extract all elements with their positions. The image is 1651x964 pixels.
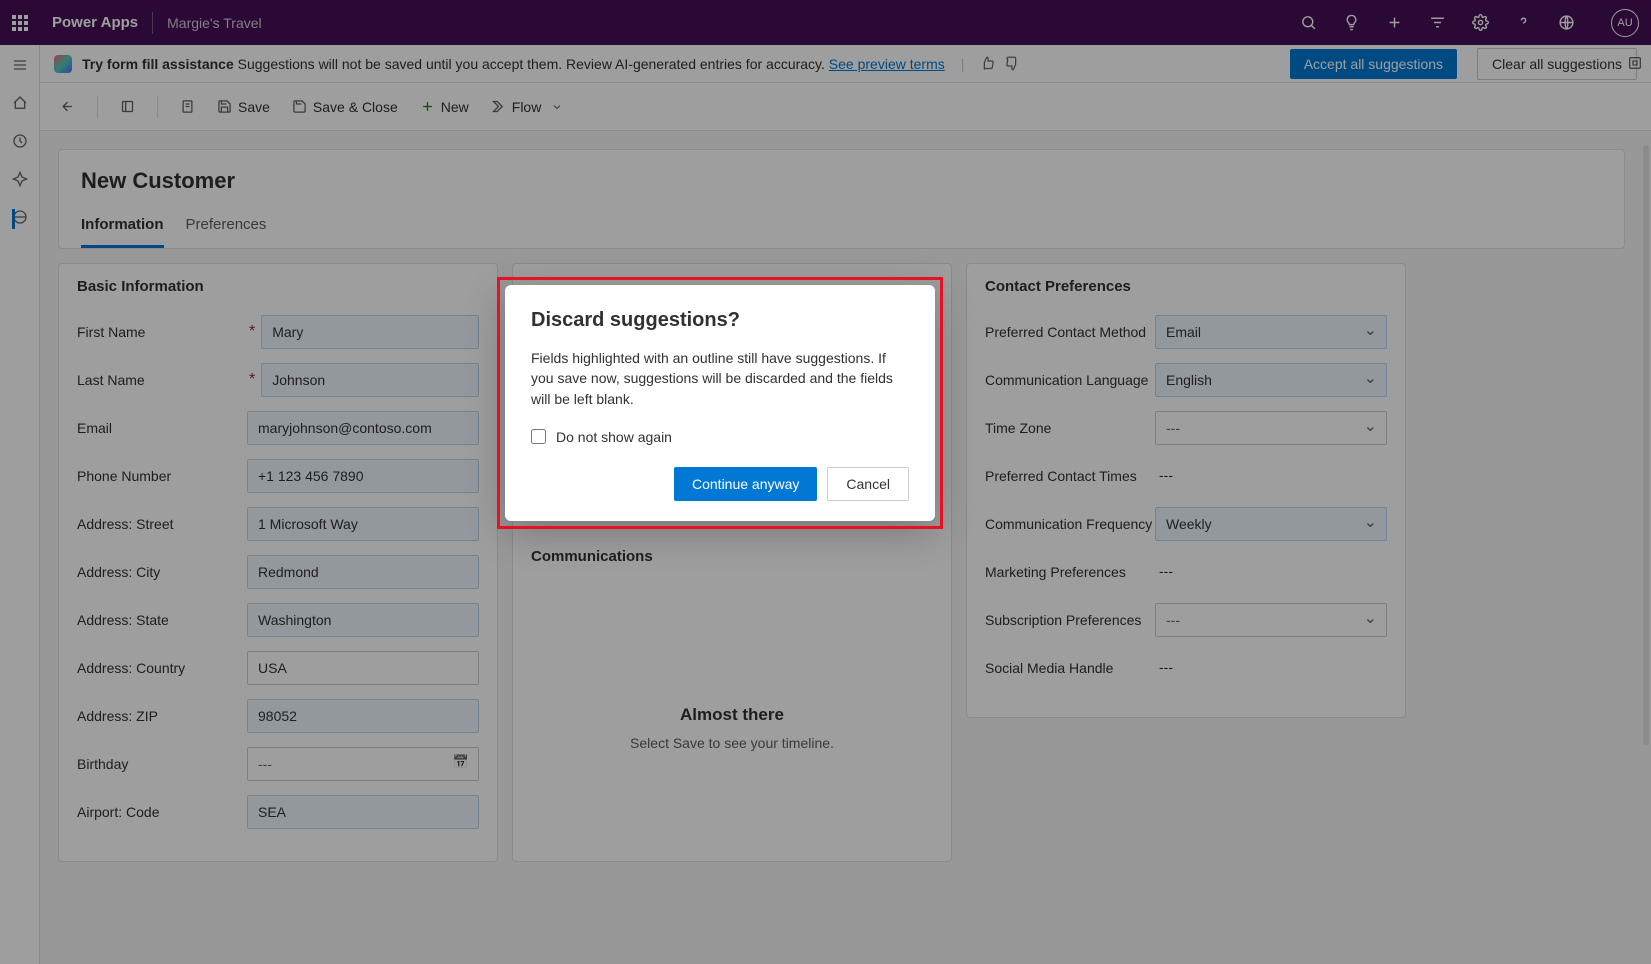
cancel-button[interactable]: Cancel (827, 467, 909, 501)
discard-suggestions-dialog: Discard suggestions? Fields highlighted … (505, 285, 935, 521)
dont-show-again-row[interactable]: Do not show again (531, 429, 909, 445)
dialog-body: Fields highlighted with an outline still… (531, 348, 909, 409)
dialog-title: Discard suggestions? (531, 309, 909, 332)
dont-show-again-label: Do not show again (556, 429, 672, 445)
continue-anyway-button[interactable]: Continue anyway (674, 467, 817, 501)
dont-show-again-checkbox[interactable] (531, 429, 546, 444)
